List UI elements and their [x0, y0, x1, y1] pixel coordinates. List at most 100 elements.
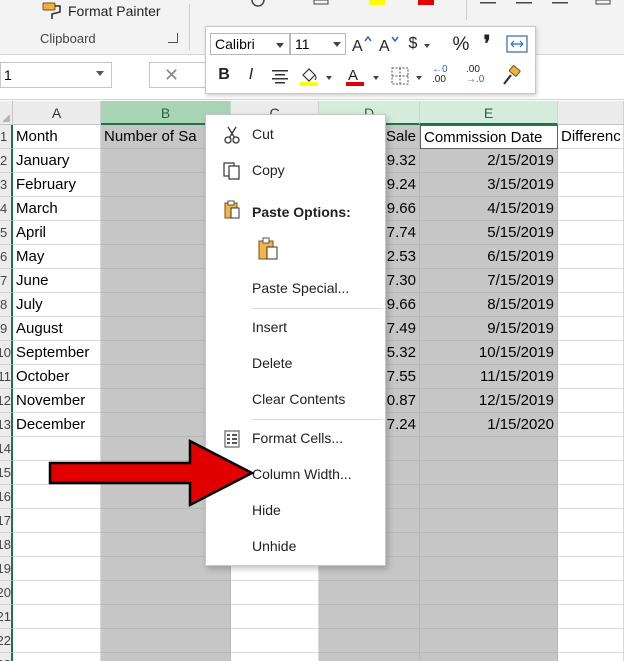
table-cell-commission-date[interactable]: 5/15/2019 [420, 221, 558, 245]
cell-f3[interactable] [558, 173, 624, 197]
decrease-decimal-icon[interactable]: .00 →.0 [466, 65, 496, 89]
cell-f21[interactable] [558, 605, 624, 629]
paste-option-icon[interactable] [256, 237, 280, 261]
table-cell-month[interactable]: September [13, 341, 101, 365]
borders-icon[interactable] [390, 66, 410, 86]
table-cell-month[interactable]: May [13, 245, 101, 269]
chevron-down-icon[interactable] [424, 44, 430, 48]
cell-f2[interactable] [558, 149, 624, 173]
cell-f8[interactable] [558, 293, 624, 317]
cell-f10[interactable] [558, 341, 624, 365]
cell-b20[interactable] [101, 581, 231, 605]
cell-b23[interactable] [101, 653, 231, 661]
cell-a21[interactable] [13, 605, 101, 629]
currency-format-icon[interactable]: $ [406, 35, 420, 53]
font-size-dropdown[interactable]: 11 [290, 33, 346, 55]
cell-f16[interactable] [558, 485, 624, 509]
cell-f22[interactable] [558, 629, 624, 653]
cell-d22[interactable] [319, 629, 420, 653]
cell-e22[interactable] [420, 629, 558, 653]
row-header[interactable]: 14 [0, 437, 13, 461]
cell-a20[interactable] [13, 581, 101, 605]
cell-f14[interactable] [558, 437, 624, 461]
row-header[interactable]: 5 [0, 221, 13, 245]
cell-f18[interactable] [558, 533, 624, 557]
row-header[interactable]: 4 [0, 197, 13, 221]
row-header[interactable]: 16 [0, 485, 13, 509]
row-header[interactable]: 3 [0, 173, 13, 197]
table-cell-commission-date[interactable]: 8/15/2019 [420, 293, 558, 317]
bold-icon[interactable]: B [216, 66, 232, 84]
cell-e19[interactable] [420, 557, 558, 581]
column-header-f[interactable] [558, 101, 624, 125]
row-header[interactable]: 20 [0, 581, 13, 605]
menu-item-paste-special[interactable]: Paste Special... [206, 271, 385, 305]
table-cell-commission-date[interactable]: 6/15/2019 [420, 245, 558, 269]
cell-f17[interactable] [558, 509, 624, 533]
cancel-formula-button[interactable]: ✕ [149, 62, 205, 88]
table-cell-month[interactable]: April [13, 221, 101, 245]
cell-c21[interactable] [231, 605, 319, 629]
table-cell-commission-date[interactable]: 10/15/2019 [420, 341, 558, 365]
chevron-down-icon[interactable] [326, 76, 332, 80]
cell-a22[interactable] [13, 629, 101, 653]
table-cell-month[interactable]: January [13, 149, 101, 173]
cell-b22[interactable] [101, 629, 231, 653]
row-header[interactable]: 17 [0, 509, 13, 533]
row-header[interactable]: 9 [0, 317, 13, 341]
cell-f13[interactable] [558, 413, 624, 437]
chevron-down-icon[interactable] [416, 76, 422, 80]
row-header[interactable]: 13 [0, 413, 13, 437]
cell-e15[interactable] [420, 461, 558, 485]
cell-b21[interactable] [101, 605, 231, 629]
comma-style-icon[interactable]: ❜ [480, 31, 494, 57]
row-header[interactable]: 19 [0, 557, 13, 581]
cell-a1[interactable]: Month [13, 125, 101, 149]
cell-e20[interactable] [420, 581, 558, 605]
row-header[interactable]: 7 [0, 269, 13, 293]
dialog-launcher-icon[interactable] [168, 33, 178, 43]
decrease-font-size-icon[interactable]: A [378, 34, 400, 54]
cell-d20[interactable] [319, 581, 420, 605]
increase-decimal-icon[interactable]: ←0 .00 [432, 65, 462, 89]
cell-e18[interactable] [420, 533, 558, 557]
cell-f4[interactable] [558, 197, 624, 221]
row-header[interactable]: 22 [0, 629, 13, 653]
row-header[interactable]: 2 [0, 149, 13, 173]
row-header[interactable]: 10 [0, 341, 13, 365]
menu-item-clear-contents[interactable]: Clear Contents [206, 382, 385, 416]
row-header[interactable]: 15 [0, 461, 13, 485]
row-header[interactable]: 1 [0, 125, 13, 149]
table-cell-month[interactable]: June [13, 269, 101, 293]
fill-color-icon[interactable] [298, 65, 320, 87]
cell-c23[interactable] [231, 653, 319, 661]
table-cell-month[interactable]: August [13, 317, 101, 341]
table-cell-commission-date[interactable]: 2/15/2019 [420, 149, 558, 173]
table-cell-commission-date[interactable]: 3/15/2019 [420, 173, 558, 197]
cell-f12[interactable] [558, 389, 624, 413]
cell-e23[interactable] [420, 653, 558, 661]
cell-a18[interactable] [13, 533, 101, 557]
row-header[interactable]: 18 [0, 533, 13, 557]
font-color-icon[interactable]: A [344, 65, 366, 87]
merge-center-icon[interactable] [506, 35, 528, 53]
table-cell-month[interactable]: July [13, 293, 101, 317]
row-header[interactable]: 6 [0, 245, 13, 269]
cell-f1[interactable]: Differenc [558, 125, 624, 149]
cell-d23[interactable] [319, 653, 420, 661]
row-header[interactable]: 8 [0, 293, 13, 317]
row-header[interactable]: 21 [0, 605, 13, 629]
cell-f9[interactable] [558, 317, 624, 341]
cell-c20[interactable] [231, 581, 319, 605]
row-header[interactable]: 23 [0, 653, 13, 661]
cell-e17[interactable] [420, 509, 558, 533]
table-cell-commission-date[interactable]: 11/15/2019 [420, 365, 558, 389]
menu-item-copy[interactable]: Copy [206, 153, 385, 187]
cell-e14[interactable] [420, 437, 558, 461]
format-painter-icon[interactable] [500, 65, 522, 87]
chevron-down-icon[interactable] [276, 43, 284, 48]
cell-e21[interactable] [420, 605, 558, 629]
table-cell-commission-date[interactable]: 12/15/2019 [420, 389, 558, 413]
cell-f11[interactable] [558, 365, 624, 389]
menu-item-unhide[interactable]: Unhide [206, 529, 385, 563]
